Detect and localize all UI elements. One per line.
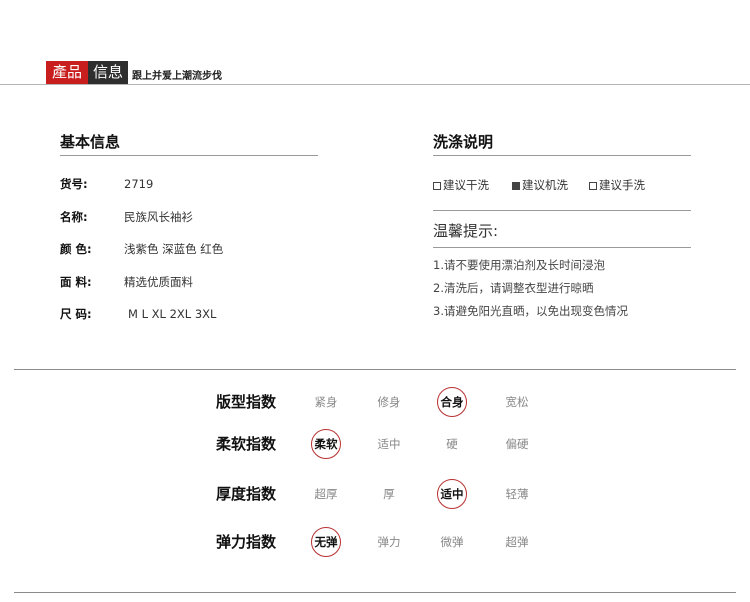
fit-index-option: 紧身 <box>314 395 338 409</box>
sku-value: 2719 <box>124 177 154 191</box>
softness-index-option: 硬 <box>446 437 458 451</box>
thickness-index-label: 厚度指数 <box>216 485 277 503</box>
wash-title: 洗涤说明 <box>433 133 494 151</box>
bottom-divider <box>14 592 736 593</box>
fit-index-label: 版型指数 <box>216 393 277 411</box>
tip-line-1: 1.请不要使用漂泊剂及长时间浸泡 <box>433 258 605 272</box>
fit-index-option: 合身 <box>440 395 464 409</box>
stretch-index-option: 超弹 <box>505 535 529 549</box>
fabric-label: 面 料: <box>60 275 92 289</box>
stretch-index-label: 弹力指数 <box>216 533 277 551</box>
tips-divider <box>433 247 691 248</box>
tip-line-2: 2.清洗后，请调整衣型进行晾晒 <box>433 281 594 295</box>
tips-title: 温馨提示: <box>433 222 499 240</box>
slogan: 跟上并爱上潮流步伐 <box>132 71 222 82</box>
tip-line-3: 3.请避免阳光直晒，以免出现变色情况 <box>433 304 628 318</box>
header-divider <box>0 84 750 85</box>
wash-option-dry: 建议干洗 <box>433 177 489 193</box>
softness-index-option: 适中 <box>377 437 401 451</box>
color-value: 浅紫色 深蓝色 红色 <box>124 242 224 256</box>
softness-index-option: 柔软 <box>314 437 338 451</box>
section-divider <box>14 369 736 370</box>
checkbox-empty-icon <box>589 182 597 190</box>
name-value: 民族风长袖衫 <box>124 210 193 224</box>
basic-info-title: 基本信息 <box>60 133 121 151</box>
wash-option-hand: 建议手洗 <box>589 177 645 193</box>
softness-index-label: 柔软指数 <box>216 435 277 453</box>
basic-info-divider <box>60 155 318 156</box>
product-tag-dark: 信息 <box>88 61 128 84</box>
stretch-index-option: 微弹 <box>440 535 464 549</box>
thickness-index-option: 适中 <box>440 487 464 501</box>
wash-option-machine-label: 建议机洗 <box>522 178 568 192</box>
wash-option-machine: 建议机洗 <box>512 177 568 193</box>
tips-top-divider <box>433 210 691 211</box>
checkbox-empty-icon <box>433 182 441 190</box>
checkbox-filled-icon <box>512 182 520 190</box>
fabric-value: 精选优质面料 <box>124 275 193 289</box>
wash-option-hand-label: 建议手洗 <box>599 178 645 192</box>
color-label: 颜 色: <box>60 242 92 256</box>
size-label: 尺 码: <box>60 307 92 321</box>
name-label: 名称: <box>60 210 88 224</box>
size-value: M L XL 2XL 3XL <box>128 307 217 321</box>
stretch-index-option: 弹力 <box>377 535 401 549</box>
sku-label: 货号: <box>60 177 88 191</box>
stretch-index-option: 无弹 <box>314 535 338 549</box>
wash-option-dry-label: 建议干洗 <box>443 178 489 192</box>
thickness-index-option: 超厚 <box>314 487 338 501</box>
fit-index-option: 宽松 <box>505 395 529 409</box>
thickness-index-option: 轻薄 <box>505 487 529 501</box>
softness-index-option: 偏硬 <box>505 437 529 451</box>
thickness-index-option: 厚 <box>383 487 395 501</box>
fit-index-option: 修身 <box>377 395 401 409</box>
product-tag-red: 產品 <box>46 61 88 84</box>
wash-divider <box>433 155 691 156</box>
